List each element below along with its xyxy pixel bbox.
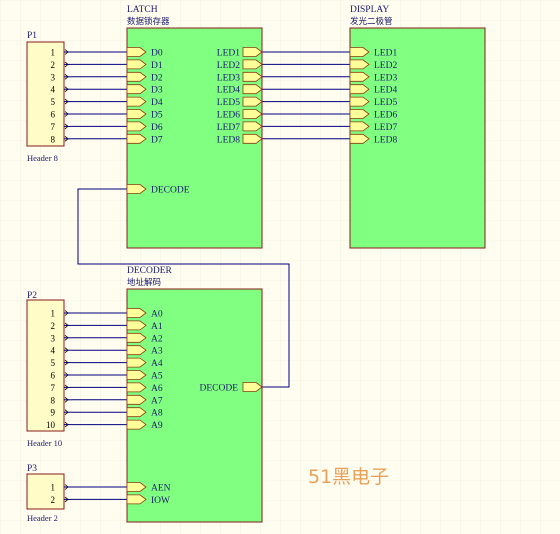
port-label: LED3 [217, 73, 240, 83]
port-label: D3 [151, 86, 163, 96]
port-label: LED8 [217, 135, 240, 145]
decoder-block[interactable] [126, 288, 263, 523]
latch-port-led4[interactable]: LED4 [217, 84, 263, 96]
port-label: D0 [151, 49, 163, 59]
port-label: LED2 [217, 61, 240, 71]
decoder-subtitle: 地址解码 [127, 277, 161, 287]
port-label: A7 [151, 396, 163, 406]
port-label: LED3 [374, 73, 397, 83]
display-port-led1[interactable]: LED1 [349, 47, 397, 59]
header-p2[interactable] [26, 299, 65, 432]
pin-number: 2 [51, 495, 56, 505]
port-label: A3 [151, 347, 163, 357]
latch-title: LATCH [127, 5, 158, 15]
header-p1[interactable] [26, 41, 65, 147]
display-port-led5[interactable]: LED5 [349, 96, 397, 108]
pin-number: 7 [51, 122, 56, 132]
port-label: LED6 [217, 111, 240, 121]
p2-designator: P2 [27, 291, 37, 301]
display-subtitle: 发光二极管 [350, 16, 393, 26]
port-label: A2 [151, 334, 163, 344]
display-port-led4[interactable]: LED4 [349, 84, 397, 96]
latch-port-led6[interactable]: LED6 [217, 109, 263, 121]
latch-port-led7[interactable]: LED7 [217, 121, 263, 133]
display-port-led6[interactable]: LED6 [349, 109, 397, 121]
port-label: A5 [151, 372, 163, 382]
pin-number: 5 [51, 97, 56, 107]
header-p3[interactable] [26, 473, 65, 510]
port-label: D6 [151, 123, 163, 133]
display-port-led2[interactable]: LED2 [349, 59, 397, 71]
port-label: A4 [151, 359, 163, 369]
port-label: LED2 [374, 61, 397, 71]
port-label: LED1 [217, 49, 240, 59]
port-label: LED7 [374, 123, 397, 133]
latch-port-led3[interactable]: LED3 [217, 71, 263, 83]
latch-port-led8[interactable]: LED8 [217, 133, 263, 145]
pin-number: 4 [51, 346, 56, 356]
display-title: DISPLAY [350, 5, 389, 15]
latch-port-led1[interactable]: LED1 [217, 47, 263, 59]
pin-number: 7 [51, 383, 56, 393]
port-label: DECODE [151, 186, 190, 196]
port-label: D1 [151, 61, 163, 71]
display-block[interactable] [349, 27, 486, 249]
port-label: LED5 [217, 98, 240, 108]
port-label: LED4 [374, 86, 397, 96]
display-port-led3[interactable]: LED3 [349, 71, 397, 83]
pin-number: 5 [51, 358, 56, 368]
decoder-port-decode[interactable]: DECODE [199, 382, 263, 394]
latch-port-decode[interactable]: DECODE [126, 184, 190, 196]
port-label: A6 [151, 384, 163, 394]
port-label: A1 [151, 322, 163, 332]
decoder-title: DECODER [127, 266, 173, 276]
schematic-canvas: LATCH 数据锁存器 DISPLAY 发光二极管 DECODER 地址解码 P… [0, 0, 560, 534]
port-label: LED8 [374, 135, 397, 145]
latch-port-led5[interactable]: LED5 [217, 96, 263, 108]
pin-number: 9 [51, 408, 56, 418]
port-label: A0 [151, 310, 163, 320]
pin-number: 4 [51, 85, 56, 95]
port-label: LED1 [374, 49, 397, 59]
port-label: A9 [151, 421, 163, 431]
pin-number: 1 [51, 309, 56, 319]
port-label: LED4 [217, 86, 240, 96]
pin-number: 1 [51, 483, 56, 493]
pin-number: 10 [46, 420, 56, 430]
port-label: D5 [151, 111, 163, 121]
pin-number: 3 [51, 333, 56, 343]
pin-number: 1 [51, 48, 56, 58]
latch-block[interactable] [126, 27, 263, 249]
p2-type-label: Header 10 [27, 438, 62, 448]
port-label: AEN [151, 484, 171, 494]
pin-number: 8 [51, 134, 56, 144]
port-label: D4 [151, 98, 163, 108]
p3-designator: P3 [27, 464, 37, 474]
latch-port-led2[interactable]: LED2 [217, 59, 263, 71]
port-label: D2 [151, 73, 163, 83]
pin-number: 8 [51, 395, 56, 405]
port-label: A8 [151, 409, 163, 419]
latch-subtitle: 数据锁存器 [127, 16, 170, 26]
port-label: LED5 [374, 98, 397, 108]
watermark-text: 51黑电子 [308, 466, 389, 488]
pin-number: 2 [51, 321, 56, 331]
display-port-led7[interactable]: LED7 [349, 121, 397, 133]
pin-number: 2 [51, 60, 56, 70]
pin-number: 3 [51, 72, 56, 82]
port-label: LED7 [217, 123, 240, 133]
p1-type-label: Header 8 [27, 153, 58, 163]
display-port-led8[interactable]: LED8 [349, 133, 397, 145]
port-label: IOW [151, 496, 170, 506]
port-label: LED6 [374, 111, 397, 121]
pin-number: 6 [51, 371, 56, 381]
port-label: DECODE [199, 384, 238, 394]
p3-type-label: Header 2 [27, 513, 58, 523]
port-label: D7 [151, 135, 163, 145]
p1-designator: P1 [27, 31, 37, 41]
pin-number: 6 [51, 110, 56, 120]
